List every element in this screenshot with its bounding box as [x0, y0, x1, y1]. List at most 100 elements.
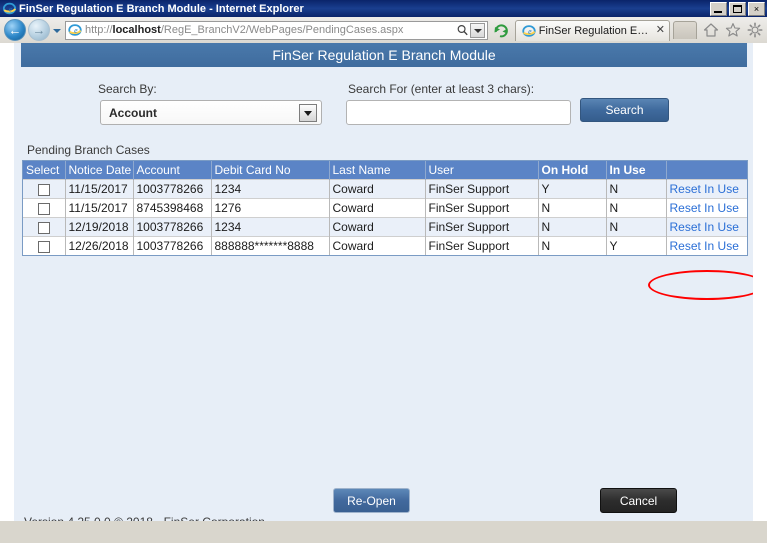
cell-action[interactable]: Reset In Use: [666, 217, 747, 237]
svg-text:e: e: [74, 26, 78, 35]
back-arrow-icon: ←: [8, 22, 22, 38]
address-bar[interactable]: e http://localhost/RegE_BranchV2/WebPage…: [65, 20, 488, 40]
gear-icon[interactable]: [747, 22, 763, 38]
refresh-icon[interactable]: [492, 21, 511, 40]
column-header-user: User: [425, 161, 539, 180]
column-header-in-use: In Use: [606, 161, 667, 180]
cell-account: 1003778266: [133, 217, 212, 237]
row-select-cell[interactable]: [23, 198, 66, 218]
row-select-checkbox[interactable]: [37, 202, 50, 215]
forward-arrow-icon: →: [32, 22, 46, 38]
url-path: /RegE_BranchV2/WebPages/PendingCases.asp…: [160, 24, 404, 36]
row-select-checkbox[interactable]: [37, 240, 50, 253]
cell-action[interactable]: Reset In Use: [666, 236, 747, 255]
reset-in-use-link[interactable]: Reset In Use: [670, 182, 739, 196]
column-header-debit-card-no: Debit Card No: [211, 161, 330, 180]
cell-debit-card-no: 888888*******8888: [211, 236, 330, 255]
search-by-select[interactable]: Account: [100, 100, 322, 125]
favorites-star-icon[interactable]: [725, 22, 741, 38]
cell-action[interactable]: Reset In Use: [666, 179, 747, 199]
page-viewport: FinSer Regulation E Branch Module Search…: [14, 43, 753, 521]
chevron-down-icon: [299, 103, 317, 122]
cell-user: FinSer Support: [425, 236, 539, 255]
grid-caption: Pending Branch Cases: [27, 143, 150, 157]
reset-in-use-link[interactable]: Reset In Use: [670, 239, 739, 253]
column-header-notice-date: Notice Date: [65, 161, 134, 180]
cancel-button[interactable]: Cancel: [600, 488, 677, 513]
row-select-cell[interactable]: [23, 236, 66, 255]
close-icon: ×: [753, 4, 760, 14]
cell-account: 1003778266: [133, 179, 212, 199]
url-host: localhost: [112, 24, 161, 36]
search-button[interactable]: Search: [580, 98, 669, 122]
row-select-cell[interactable]: [23, 179, 66, 199]
recent-pages-dropdown[interactable]: [50, 19, 63, 41]
cell-debit-card-no: 1234: [211, 179, 330, 199]
column-header-account: Account: [133, 161, 212, 180]
window-title-text: FinSer Regulation E Branch Module - Inte…: [19, 2, 304, 15]
window-statusbar: [0, 521, 767, 543]
reset-in-use-link[interactable]: Reset In Use: [670, 220, 739, 234]
table-row[interactable]: 12/19/2018 1003778266 1234 Coward FinSer…: [23, 217, 747, 237]
column-header-on-hold: On Hold: [538, 161, 607, 180]
column-header-select: Select: [23, 161, 66, 180]
back-button[interactable]: ←: [4, 19, 26, 41]
window-titlebar: e FinSer Regulation E Branch Module - In…: [0, 0, 767, 17]
forward-button[interactable]: →: [28, 19, 50, 41]
column-header-last-name: Last Name: [329, 161, 426, 180]
reset-in-use-link[interactable]: Reset In Use: [670, 201, 739, 215]
page-gutter-right: [753, 43, 767, 521]
search-for-input[interactable]: [346, 100, 571, 125]
search-for-label: Search For (enter at least 3 chars):: [348, 82, 535, 96]
page-gutter-left: [0, 43, 14, 521]
address-bar-url: http://localhost/RegE_BranchV2/WebPages/…: [85, 24, 456, 36]
cell-notice-date: 12/19/2018: [65, 217, 134, 237]
table-row[interactable]: 11/15/2017 8745398468 1276 Coward FinSer…: [23, 198, 747, 218]
column-header-action: [666, 161, 747, 180]
row-select-cell[interactable]: [23, 217, 66, 237]
search-icon[interactable]: [456, 23, 469, 38]
cell-on-hold: N: [538, 217, 607, 237]
toolbar-right-icons: [697, 22, 763, 38]
red-highlight-annotation: [648, 270, 753, 300]
cell-user: FinSer Support: [425, 217, 539, 237]
cell-in-use: Y: [606, 236, 667, 255]
address-bar-tools: [456, 22, 487, 38]
new-tab-button[interactable]: [673, 21, 697, 39]
cell-notice-date: 11/15/2017: [65, 179, 134, 199]
window-controls: ×: [710, 2, 765, 16]
cell-action[interactable]: Reset In Use: [666, 198, 747, 218]
cell-debit-card-no: 1234: [211, 217, 330, 237]
close-button[interactable]: ×: [748, 2, 765, 16]
internet-explorer-icon: e: [3, 2, 16, 15]
cell-account: 1003778266: [133, 236, 212, 255]
browser-window: e FinSer Regulation E Branch Module - In…: [0, 0, 767, 543]
cell-in-use: N: [606, 217, 667, 237]
row-select-checkbox[interactable]: [37, 221, 50, 234]
cell-last-name: Coward: [329, 198, 426, 218]
re-open-button[interactable]: Re-Open: [333, 488, 410, 513]
table-row[interactable]: 12/26/2018 1003778266 888888*******8888 …: [23, 236, 747, 255]
row-select-checkbox[interactable]: [37, 183, 50, 196]
home-icon[interactable]: [703, 22, 719, 38]
tab-close-icon[interactable]: ✕: [656, 25, 665, 36]
page-favicon-icon: e: [68, 24, 82, 36]
cell-user: FinSer Support: [425, 179, 539, 199]
search-panel: Search By: Account Search For (enter at …: [14, 77, 753, 132]
cell-last-name: Coward: [329, 217, 426, 237]
tab-favicon-icon: e: [522, 24, 536, 37]
minimize-button[interactable]: [710, 2, 727, 16]
browser-tab[interactable]: e FinSer Regulation E Branch ... ✕: [514, 19, 670, 41]
address-dropdown-button[interactable]: [469, 22, 485, 38]
cell-user: FinSer Support: [425, 198, 539, 218]
cell-last-name: Coward: [329, 236, 426, 255]
search-by-label: Search By:: [98, 82, 157, 96]
browser-toolbar: ← → e http://localhost/RegE_BranchV2/Web…: [0, 17, 767, 43]
table-header-row: Select Notice Date Account Debit Card No…: [23, 161, 747, 180]
cell-on-hold: Y: [538, 179, 607, 199]
cell-on-hold: N: [538, 236, 607, 255]
svg-text:e: e: [528, 26, 532, 35]
maximize-button[interactable]: [729, 2, 746, 16]
search-by-selected-value: Account: [109, 105, 157, 120]
table-row[interactable]: 11/15/2017 1003778266 1234 Coward FinSer…: [23, 179, 747, 199]
